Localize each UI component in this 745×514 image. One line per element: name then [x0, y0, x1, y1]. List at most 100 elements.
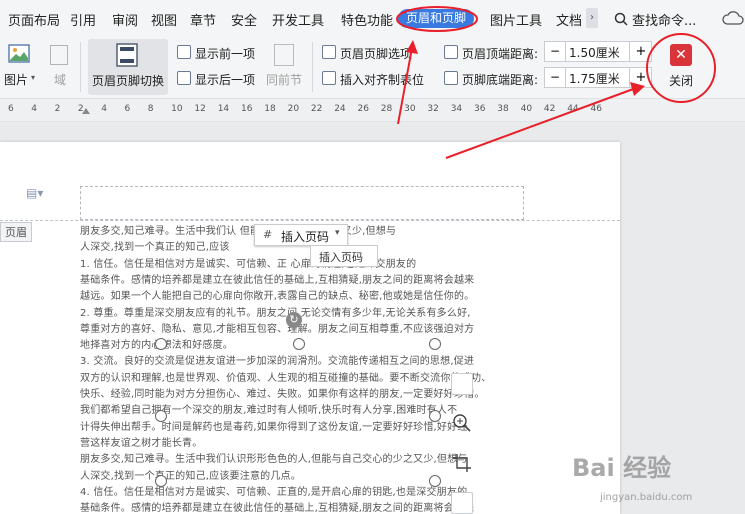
crop-icon[interactable]	[451, 452, 473, 474]
document-text-line[interactable]: 朋友多交,知己难寻。生活中我们认 但能与自己交心的少之又少,但想与	[80, 222, 396, 237]
document-text-line[interactable]: 朋友多交,知己难寻。生活中我们认识形形色色的人,但能与自己交心的少之又少,但想与	[80, 450, 468, 465]
document-text-line[interactable]: 基础条件。感情的培养都是建立在彼此信任的基础上,互相猜疑,朋友之间的距离将会越来	[80, 271, 474, 286]
ruler-number: 4	[101, 104, 107, 114]
watermark-url: jingyan.baidu.com	[600, 492, 693, 503]
menu-scroll-right-button[interactable]: ›	[586, 8, 598, 28]
insert-page-number-tooltip: 插入页码	[310, 245, 378, 267]
ruler-number: 34	[450, 104, 463, 114]
ruler-number: 2	[54, 104, 61, 114]
ribbon-divider	[80, 42, 81, 92]
ruler-number: 44	[567, 104, 579, 114]
chevron-down-icon: ▾	[335, 228, 340, 238]
insert-page-number-button[interactable]: # 插入页码 ▾	[254, 224, 348, 246]
ruler-number: 12	[194, 104, 206, 114]
picture-icon[interactable]	[8, 44, 30, 68]
header-top-distance-stepper[interactable]: − 1.50厘米 +	[544, 41, 652, 62]
document-text-line[interactable]: 基础条件。感情的培养都是建立在彼此信任的基础上,互相猜疑,朋友之间的距离将会越来	[80, 499, 474, 514]
header-area[interactable]	[80, 186, 524, 220]
ruler-number: 22	[310, 104, 323, 114]
ruler-number: 36	[474, 104, 486, 114]
header-top-increase-button[interactable]: +	[629, 42, 652, 61]
insert-align-tab-button[interactable]: 插入对齐制表位	[340, 71, 424, 88]
document-text-line[interactable]: 越远。如果一个人能把自己的心扉向你敞开,表露自己的缺点、秘密,他或她是信任你的。	[80, 287, 474, 302]
document-text-line[interactable]: 尊重对方的喜好、隐私、意见,才能相互包容、理解。朋友之间互相尊重,不应该强迫对方	[80, 320, 474, 335]
document-text-line[interactable]: 我们都希望自己拥有一个深交的朋友,难过时有人倾听,快乐时有人分享,困难时有人不	[80, 401, 457, 416]
header-top-decrease-button[interactable]: −	[545, 42, 566, 61]
menu-view[interactable]: 视图	[151, 10, 177, 29]
footer-bottom-distance-icon	[444, 71, 458, 85]
resize-handle[interactable]	[155, 338, 167, 350]
rotate-handle-icon[interactable]: ↻	[286, 312, 302, 328]
footer-bottom-distance-label: 页脚底端距离:	[462, 73, 539, 87]
ruler-number: 28	[380, 104, 393, 114]
document-text-line[interactable]: 2. 尊重。尊重是深交朋友应有的礼节。朋友之间,无论交情有多少年,无论关系有多么…	[80, 304, 471, 319]
menu-security[interactable]: 安全	[231, 10, 257, 29]
ruler-number: 8	[147, 104, 154, 114]
header-footer-switch-button[interactable]: 页眉页脚切换	[88, 39, 168, 95]
menu-review[interactable]: 审阅	[112, 10, 138, 29]
footer-bottom-distance-value[interactable]: 1.75厘米	[569, 70, 620, 87]
indent-marker-icon[interactable]	[82, 108, 90, 114]
document-text-line[interactable]: 计得失伸出帮手。时间是解药也是毒药,如果你得到了这份友谊,一定要好好珍惜,好好经	[80, 418, 468, 433]
document-text-line[interactable]: 快乐、经验,同时能为对方分担伤心、难过、失败。如果你有这样的朋友,一定要好好珍惜…	[80, 385, 485, 400]
same-as-previous-icon	[274, 44, 294, 66]
show-next-button[interactable]: 显示后一项	[195, 71, 255, 88]
document-text-line[interactable]: 双方的认识和理解,也是世界观、价值观、人生观的相互碰撞的基础。要不断交流你的成功…	[80, 369, 491, 384]
zoom-in-icon[interactable]	[451, 412, 473, 434]
ruler-number: 14	[217, 104, 230, 114]
resize-handle[interactable]	[293, 338, 305, 350]
close-header-footer-button[interactable]: ✕ 关闭	[664, 42, 698, 90]
more-image-tools-icon[interactable]	[451, 492, 473, 514]
menu-developer-tools[interactable]: 开发工具	[272, 10, 324, 29]
header-footer-options-icon[interactable]	[322, 45, 336, 59]
menu-chapter[interactable]: 章节	[190, 10, 216, 29]
ruler-number: 6	[8, 104, 14, 114]
insert-align-tab-icon[interactable]	[322, 71, 336, 85]
ruler-number: 40	[520, 104, 533, 114]
show-previous-button[interactable]: 显示前一项	[195, 45, 255, 62]
resize-handle[interactable]	[429, 338, 441, 350]
ruler-number: 42	[543, 104, 556, 114]
search-command-input[interactable]: 查找命令...	[632, 10, 696, 29]
search-icon[interactable]	[614, 11, 628, 30]
footer-bottom-distance-stepper[interactable]: − 1.75厘米 +	[544, 67, 652, 88]
show-next-icon[interactable]	[177, 71, 191, 85]
ruler-number: 32	[427, 104, 439, 114]
menu-picture-tools[interactable]: 图片工具	[490, 10, 542, 29]
resize-handle[interactable]	[155, 410, 167, 422]
document-text-line[interactable]: 营这样友谊之树才能长青。	[80, 434, 202, 449]
menu-special-features[interactable]: 特色功能	[341, 10, 393, 29]
chevron-down-icon[interactable]: ▾	[31, 73, 35, 82]
picture-button-label[interactable]: 图片	[4, 71, 28, 88]
field-icon	[50, 45, 68, 65]
footer-bottom-increase-button[interactable]: +	[629, 68, 652, 87]
ruler-number: 26	[357, 104, 369, 114]
header-top-distance-value[interactable]: 1.50厘米	[569, 44, 620, 61]
footer-bottom-decrease-button[interactable]: −	[545, 68, 566, 87]
resize-handle[interactable]	[429, 475, 441, 487]
resize-handle[interactable]	[155, 475, 167, 487]
ruler-number: 30	[404, 104, 416, 114]
document-text-line[interactable]: 人深交,找到一个真正的知己,应该要注意的几点。	[80, 467, 301, 482]
ribbon-divider	[312, 42, 313, 92]
document-text-line[interactable]: 人深交,找到一个真正的知己,应该	[80, 238, 230, 253]
baidu-watermark: Bai 经验	[572, 448, 671, 483]
document-text-line[interactable]: 4. 信任。信任是相信对方是诚实、可信赖、正直的,是开启心扉的钥匙,也是深交朋友…	[80, 483, 467, 498]
ruler-number: 20	[287, 104, 300, 114]
header-footer-options-button[interactable]: 页眉页脚选项	[340, 45, 412, 62]
close-button-label: 关闭	[669, 74, 694, 88]
layout-options-icon[interactable]	[451, 373, 473, 395]
document-text-line[interactable]: 3. 交流。良好的交流是促进友谊进一步加深的润滑剂。交流能传递相互之间的思想,促…	[80, 352, 474, 367]
menu-references[interactable]: 引用	[70, 10, 96, 29]
menu-header-footer[interactable]: 页眉和页脚	[398, 9, 475, 28]
page-number-icon: #	[263, 228, 273, 241]
show-previous-icon[interactable]	[177, 45, 191, 59]
menu-document[interactable]: 文档	[556, 10, 582, 29]
field-button-label: 域	[54, 73, 67, 87]
menu-bar: 页面布局 引用 审阅 视图 章节 安全 开发工具 特色功能 页眉和页脚 图片工具…	[0, 0, 745, 36]
document-icon[interactable]: ▤▾	[26, 186, 43, 200]
ruler-number: 46	[590, 104, 602, 114]
resize-handle[interactable]	[429, 410, 441, 422]
menu-page-layout[interactable]: 页面布局	[8, 10, 60, 29]
cloud-icon[interactable]	[722, 10, 744, 30]
